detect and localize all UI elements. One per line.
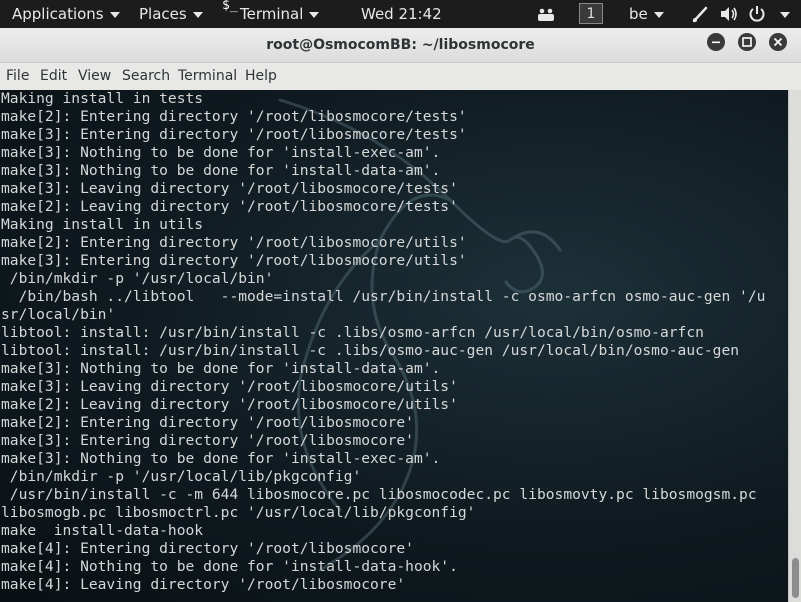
places-label: Places (139, 5, 187, 23)
chevron-down-icon (109, 11, 120, 18)
terminal-line: make[3]: Entering directory '/root/libos… (1, 432, 414, 449)
maximize-icon (742, 37, 752, 47)
terminal-line: make[3]: Nothing to be done for 'install… (1, 144, 441, 161)
network-icon[interactable] (691, 0, 709, 28)
volume-icon[interactable] (719, 0, 739, 28)
terminal-line: make[4]: Leaving directory '/root/libosm… (1, 576, 406, 593)
menu-help[interactable]: Help (245, 63, 277, 89)
terminal-line: make[2]: Leaving directory '/root/libosm… (1, 396, 458, 413)
terminal-line: make[3]: Leaving directory '/root/libosm… (1, 180, 458, 197)
keyboard-layout-menu[interactable]: be (629, 0, 664, 28)
terminal-line: /bin/mkdir -p '/usr/local/bin' (1, 270, 274, 287)
menu-edit[interactable]: Edit (40, 63, 67, 89)
chevron-down-icon (780, 11, 790, 18)
terminal-scrollbar[interactable] (788, 90, 801, 602)
scrollbar-thumb[interactable] (792, 558, 799, 598)
system-menu-caret[interactable] (774, 0, 790, 28)
terminal-line: make[3]: Nothing to be done for 'install… (1, 360, 441, 377)
maximize-button[interactable] (738, 33, 756, 51)
terminal-app-menu[interactable]: Terminal (240, 0, 320, 28)
terminal-output[interactable]: Making install in tests make[2]: Enterin… (0, 90, 788, 602)
terminal-line: sr/local/bin' (1, 306, 116, 323)
chevron-down-icon (653, 11, 664, 18)
window-title: root@OsmocomBB: ~/libosmocore (266, 37, 535, 53)
menu-view[interactable]: View (78, 63, 111, 89)
chevron-down-icon (309, 11, 320, 18)
terminal-line: /usr/bin/install -c -m 644 libosmocore.p… (1, 486, 757, 503)
terminal-line: libtool: install: /usr/bin/install -c .l… (1, 342, 740, 359)
window-titlebar[interactable]: root@OsmocomBB: ~/libosmocore (0, 28, 801, 63)
terminal-line: /bin/bash ../libtool --mode=install /usr… (1, 288, 766, 305)
close-button[interactable] (769, 33, 787, 51)
terminal-line: /bin/mkdir -p '/usr/local/lib/pkgconfig' (1, 468, 362, 485)
terminal-window: root@OsmocomBB: ~/libosmocore File Edit … (0, 28, 801, 602)
applications-menu[interactable]: Applications (12, 0, 120, 28)
keyboard-layout-label: be (629, 5, 648, 23)
menu-search[interactable]: Search (122, 63, 170, 89)
terminal-line: make[2]: Entering directory '/root/libos… (1, 234, 467, 251)
terminal-line: Making install in tests (1, 90, 204, 107)
terminal-app-icon: $_ (222, 0, 238, 13)
menu-terminal[interactable]: Terminal (178, 63, 237, 89)
places-menu[interactable]: Places (139, 0, 203, 28)
applications-label: Applications (12, 5, 104, 23)
close-icon (773, 37, 783, 47)
terminal-line: Making install in utils (1, 216, 204, 233)
terminal-line: make[4]: Entering directory '/root/libos… (1, 540, 414, 557)
terminal-app-label: Terminal (240, 5, 304, 23)
workspaces-icon[interactable] (537, 0, 555, 28)
terminal-line: make[3]: Entering directory '/root/libos… (1, 126, 467, 143)
minimize-button[interactable] (707, 33, 725, 51)
power-icon[interactable] (748, 0, 766, 28)
terminal-line: make[3]: Leaving directory '/root/libosm… (1, 378, 458, 395)
terminal-line: make[2]: Entering directory '/root/libos… (1, 414, 414, 431)
minimize-icon (712, 41, 720, 44)
terminal-line: make[3]: Entering directory '/root/libos… (1, 252, 467, 269)
terminal-line: make[3]: Nothing to be done for 'install… (1, 162, 441, 179)
chevron-down-icon (192, 11, 203, 18)
terminal-line: make[2]: Entering directory '/root/libos… (1, 108, 467, 125)
menu-file[interactable]: File (6, 63, 29, 89)
terminal-line: make[3]: Nothing to be done for 'install… (1, 450, 441, 467)
terminal-line: make[4]: Nothing to be done for 'install… (1, 558, 458, 575)
top-panel: Applications Places $_ Terminal Wed 21:4… (0, 0, 801, 28)
terminal-line: make[2]: Leaving directory '/root/libosm… (1, 198, 458, 215)
terminal-line: libosmogb.pc libosmoctrl.pc '/usr/local/… (1, 504, 476, 521)
menu-bar: File Edit View Search Terminal Help (0, 63, 801, 89)
terminal-line: make install-data-hook (1, 522, 204, 539)
terminal-line: libtool: install: /usr/bin/install -c .l… (1, 324, 704, 341)
clock[interactable]: Wed 21:42 (361, 0, 442, 28)
terminal-text: Making install in tests make[2]: Enterin… (1, 90, 765, 594)
workspace-indicator[interactable]: 1 (579, 3, 603, 24)
